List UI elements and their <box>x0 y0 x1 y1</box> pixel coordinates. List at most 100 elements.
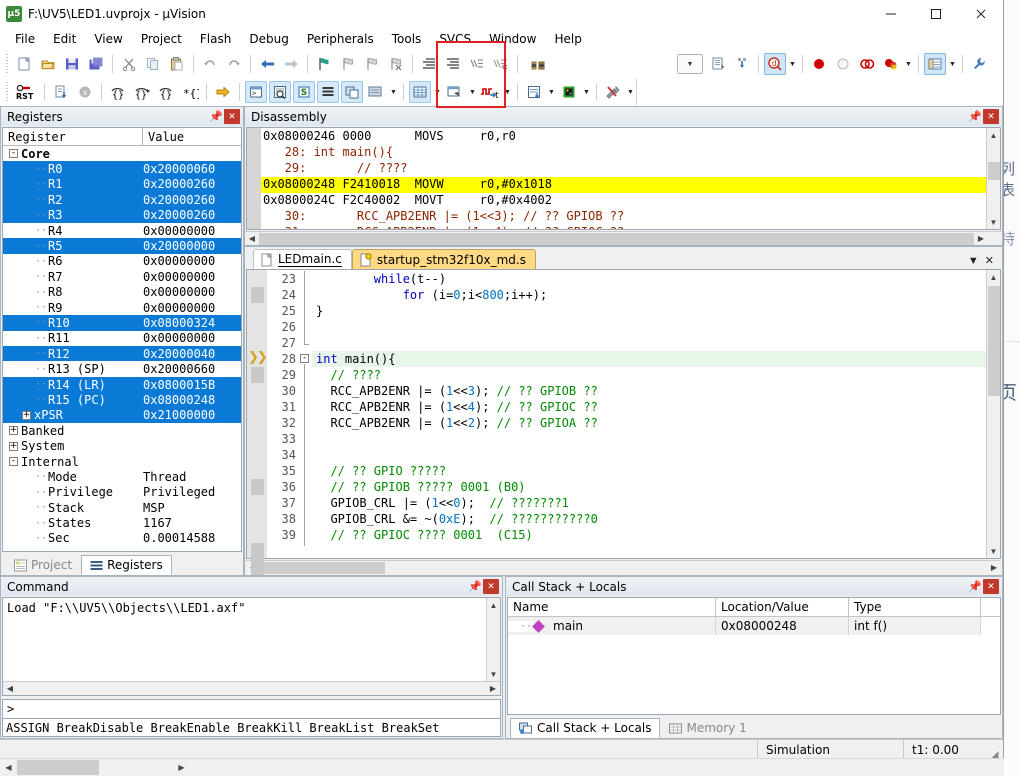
command-pin-icon[interactable]: 📌 <box>467 579 483 595</box>
registers-pin-icon[interactable]: 📌 <box>208 109 224 125</box>
code-line[interactable]: GPIOB_CRL |= (1<<0); // ???????1 <box>312 495 986 511</box>
code-line[interactable]: // ?? GPIOC ???? 0001 (C15) <box>312 527 986 543</box>
register-row[interactable]: ··· R8 0x00000000 <box>3 285 241 300</box>
resize-grip[interactable]: ◢ <box>987 740 1003 760</box>
tab-registers[interactable]: Registers <box>81 555 172 575</box>
scroll-right-arrow-icon[interactable]: ▶ <box>173 759 190 776</box>
editor-tab-list-dropdown-icon[interactable]: ▼ <box>968 255 979 267</box>
breakpoint-slot[interactable] <box>251 367 264 383</box>
register-row[interactable]: ··· R2 0x20000260 <box>3 192 241 208</box>
copy-icon[interactable] <box>142 53 164 75</box>
serial-window-icon[interactable] <box>444 81 466 103</box>
register-row[interactable]: ··· R7 0x00000000 <box>3 269 241 284</box>
code-line[interactable] <box>312 447 986 463</box>
command-window-icon[interactable]: >_ <box>245 81 267 103</box>
fold-collapse-icon[interactable]: - <box>300 354 309 363</box>
binoculars-icon[interactable] <box>528 53 550 75</box>
memory-dropdown-arrow-icon[interactable]: ▼ <box>432 81 443 103</box>
paste-icon[interactable] <box>166 53 188 75</box>
register-row[interactable]: ··· R4 0x00000000 <box>3 223 241 238</box>
runtime-env-icon[interactable] <box>731 53 753 75</box>
code-line[interactable]: RCC_APB2ENR |= (1<<4); // ?? GPIOC ?? <box>312 399 986 415</box>
register-row[interactable]: ··· R14 (LR) 0x0800015B <box>3 376 241 393</box>
tree-expander-icon[interactable]: - <box>9 149 18 159</box>
watch-window-icon[interactable] <box>365 81 387 103</box>
breakpoint-slot[interactable] <box>251 543 264 559</box>
menu-view[interactable]: View <box>85 29 131 49</box>
trace-icon[interactable] <box>523 81 545 103</box>
watch-dropdown-arrow-icon[interactable]: ▼ <box>388 81 399 103</box>
tree-expander-icon[interactable]: - <box>9 457 18 466</box>
register-row[interactable]: ··· R1 0x20000260 <box>3 176 241 193</box>
arrow-right-icon[interactable] <box>280 53 302 75</box>
disassembly-icon[interactable] <box>269 81 291 103</box>
callstack-rows[interactable]: ···· main 0x08000248int f() <box>508 617 1000 635</box>
code-line[interactable]: } <box>312 303 986 319</box>
code-line[interactable]: while(t--) <box>312 271 986 287</box>
register-row[interactable]: ··· R3 0x20000260 <box>3 207 241 223</box>
debug-toolbar-grip[interactable] <box>4 82 10 102</box>
register-row[interactable]: ··· Stack MSP <box>3 500 241 515</box>
register-row[interactable]: ··· R12 0x20000040 <box>3 346 241 362</box>
code-line[interactable]: // ???? <box>312 367 986 383</box>
disassembly-line[interactable]: 0x08000246 0000 MOVS r0,r0 <box>261 129 986 145</box>
register-row[interactable]: + System <box>3 438 241 453</box>
step-over-icon[interactable]: {} <box>131 81 153 103</box>
undo-icon[interactable] <box>199 53 221 75</box>
command-hscrollbar[interactable]: ◀ ▶ <box>3 681 500 695</box>
close-button[interactable] <box>958 0 1003 28</box>
serial-dropdown-arrow-icon[interactable]: ▼ <box>467 81 478 103</box>
disassembly-pin-icon[interactable]: 📌 <box>967 109 983 125</box>
tab-callstack-locals[interactable]: Call Stack + Locals <box>510 718 661 738</box>
scroll-down-arrow-icon[interactable]: ▼ <box>490 667 498 681</box>
redo-icon[interactable] <box>223 53 245 75</box>
scroll-up-arrow-icon[interactable]: ▲ <box>990 128 998 142</box>
registers-col-register[interactable]: Register <box>3 128 143 145</box>
editor-breakpoint-margin[interactable]: ❯❯ <box>247 270 268 575</box>
open-folder-button[interactable] <box>37 53 59 75</box>
scroll-down-arrow-icon[interactable]: ▼ <box>990 544 998 558</box>
disassembly-listing[interactable]: ⇨ 0x08000246 0000 MOVS r0,r0 28: int mai… <box>261 128 986 229</box>
red-dot-icon[interactable] <box>808 53 830 75</box>
menu-window[interactable]: Window <box>480 29 545 49</box>
editor-vscrollbar[interactable]: ▲ ▼ <box>986 270 1000 558</box>
disassembly-line[interactable]: 28: int main(){ <box>261 145 986 161</box>
yellow-arrow-icon[interactable] <box>212 81 234 103</box>
tab-project[interactable]: Project <box>5 555 81 575</box>
bookmark-clear-icon[interactable] <box>385 53 407 75</box>
register-row[interactable]: ··· R6 0x00000000 <box>3 254 241 269</box>
editor-tab-startup[interactable]: startup_stm32f10x_md.s <box>351 249 536 269</box>
callstack-close-icon[interactable]: ✕ <box>983 579 999 594</box>
tree-expander-icon[interactable]: + <box>22 410 31 420</box>
trace-dropdown-arrow-icon[interactable]: ▼ <box>546 81 557 103</box>
register-row[interactable]: ··· R13 (SP) 0x20000660 <box>3 361 241 376</box>
menu-debug[interactable]: Debug <box>240 29 297 49</box>
disassembly-close-icon[interactable]: ✕ <box>983 109 999 124</box>
scroll-up-arrow-icon[interactable]: ▲ <box>990 270 998 284</box>
register-row[interactable]: - Internal <box>3 454 241 469</box>
tab-memory-1[interactable]: Memory 1 <box>660 718 755 738</box>
break-disable-all-icon[interactable] <box>880 53 902 75</box>
uncomment-lines-icon[interactable] <box>490 53 512 75</box>
callstack-col-type[interactable]: Type <box>849 598 981 616</box>
hollow-dot-icon[interactable] <box>832 53 854 75</box>
system-viewer-icon[interactable] <box>558 81 580 103</box>
save-all-button[interactable] <box>85 53 107 75</box>
target-select-combo[interactable]: ▼ <box>677 54 703 74</box>
minimize-button[interactable] <box>868 0 913 28</box>
arrow-left-icon[interactable] <box>256 53 278 75</box>
step-into-icon[interactable]: {} <box>107 81 129 103</box>
tree-expander-icon[interactable]: + <box>9 441 18 451</box>
scroll-left-arrow-icon[interactable]: ◀ <box>245 234 259 243</box>
register-row[interactable]: ··· R9 0x00000000 <box>3 300 241 315</box>
comment-lines-icon[interactable] <box>466 53 488 75</box>
disassembly-line[interactable]: 29: // ???? <box>261 161 986 177</box>
code-line[interactable]: // ?? GPIOB ????? 0001 (B0) <box>312 479 986 495</box>
run-to-cursor-icon[interactable]: *{} <box>179 81 201 103</box>
step-out-icon[interactable]: {} <box>155 81 177 103</box>
scroll-right-arrow-icon[interactable]: ▶ <box>486 684 500 693</box>
menu-edit[interactable]: Edit <box>44 29 85 49</box>
register-row[interactable]: ··· R10 0x08000324 <box>3 315 241 331</box>
stop-icon[interactable]: x <box>74 81 96 103</box>
window-layout-icon[interactable] <box>924 53 946 75</box>
